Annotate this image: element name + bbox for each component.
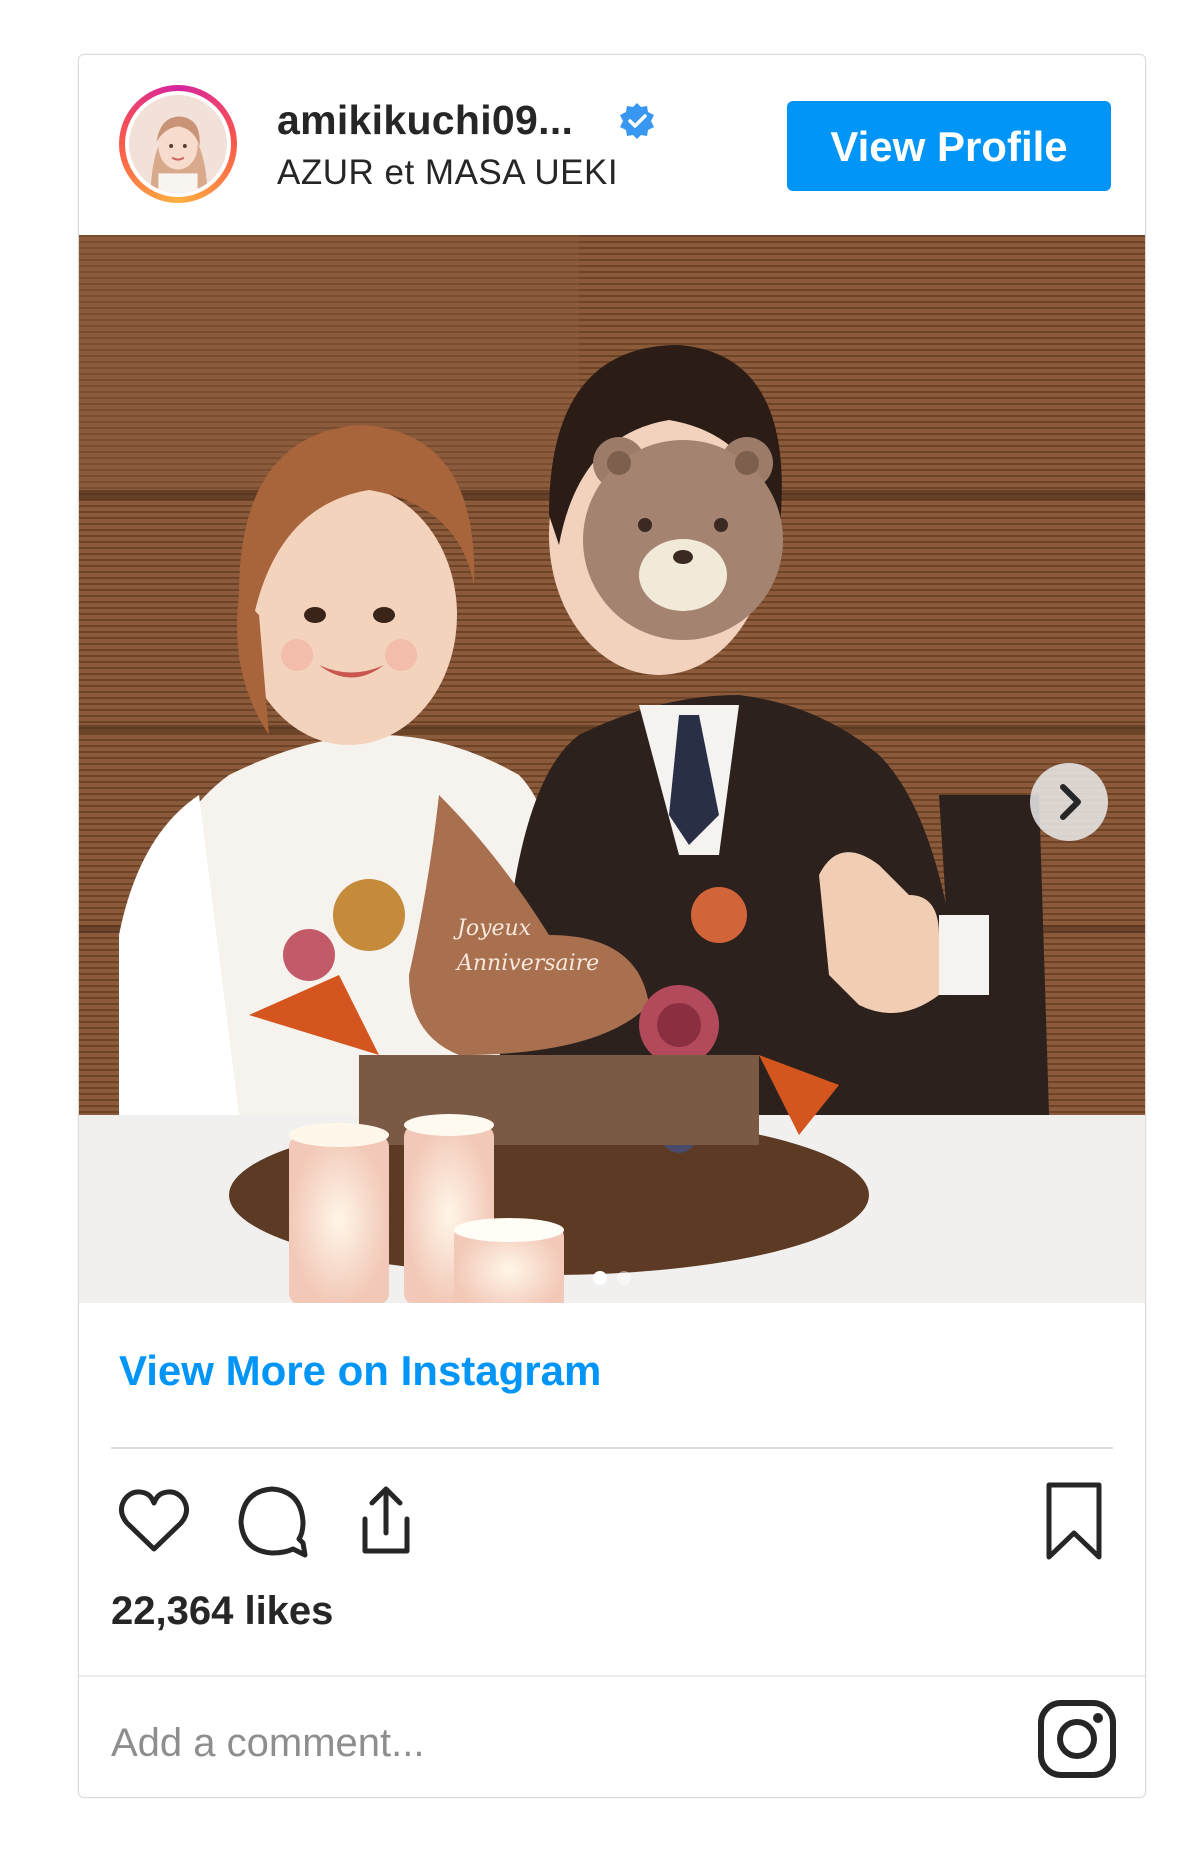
add-comment-field[interactable]: Add a comment...	[111, 1721, 424, 1766]
share-icon	[362, 1486, 410, 1554]
view-profile-button[interactable]: View Profile	[787, 101, 1111, 191]
username[interactable]: amikikuchi09...	[277, 97, 573, 144]
comment-icon	[238, 1486, 308, 1558]
divider	[79, 1675, 1145, 1677]
save-button[interactable]	[1031, 1477, 1117, 1563]
post-image: Joyeux Anniversaire	[79, 235, 1145, 1303]
carousel-dot	[617, 1271, 631, 1285]
avatar-story-ring[interactable]	[119, 85, 237, 203]
carousel-dots	[79, 1271, 1145, 1291]
location-label[interactable]: AZUR et MASA UEKI	[277, 153, 618, 193]
cake-text-line1: Joyeux	[453, 916, 532, 941]
chevron-right-icon	[1060, 784, 1081, 820]
like-button[interactable]	[111, 1477, 197, 1563]
next-photo-button[interactable]	[1030, 763, 1108, 841]
post-header: amikikuchi09... AZUR et MASA UEKI View P…	[79, 55, 1145, 235]
likes-count[interactable]: 22,364 likes	[111, 1589, 333, 1634]
instagram-embed-card: amikikuchi09... AZUR et MASA UEKI View P…	[78, 54, 1146, 1798]
verified-badge-icon	[617, 101, 657, 141]
post-photo[interactable]: Joyeux Anniversaire	[79, 235, 1145, 1303]
bookmark-icon	[1046, 1482, 1102, 1560]
carousel-dot-active	[593, 1271, 607, 1285]
instagram-logo-icon[interactable]	[1035, 1697, 1119, 1781]
heart-icon	[119, 1489, 189, 1552]
avatar[interactable]	[125, 91, 231, 197]
share-button[interactable]	[343, 1477, 429, 1563]
comment-button[interactable]	[229, 1477, 315, 1563]
divider	[111, 1447, 1113, 1449]
cake-text-line2: Anniversaire	[455, 951, 599, 976]
view-more-link[interactable]: View More on Instagram	[119, 1347, 601, 1395]
